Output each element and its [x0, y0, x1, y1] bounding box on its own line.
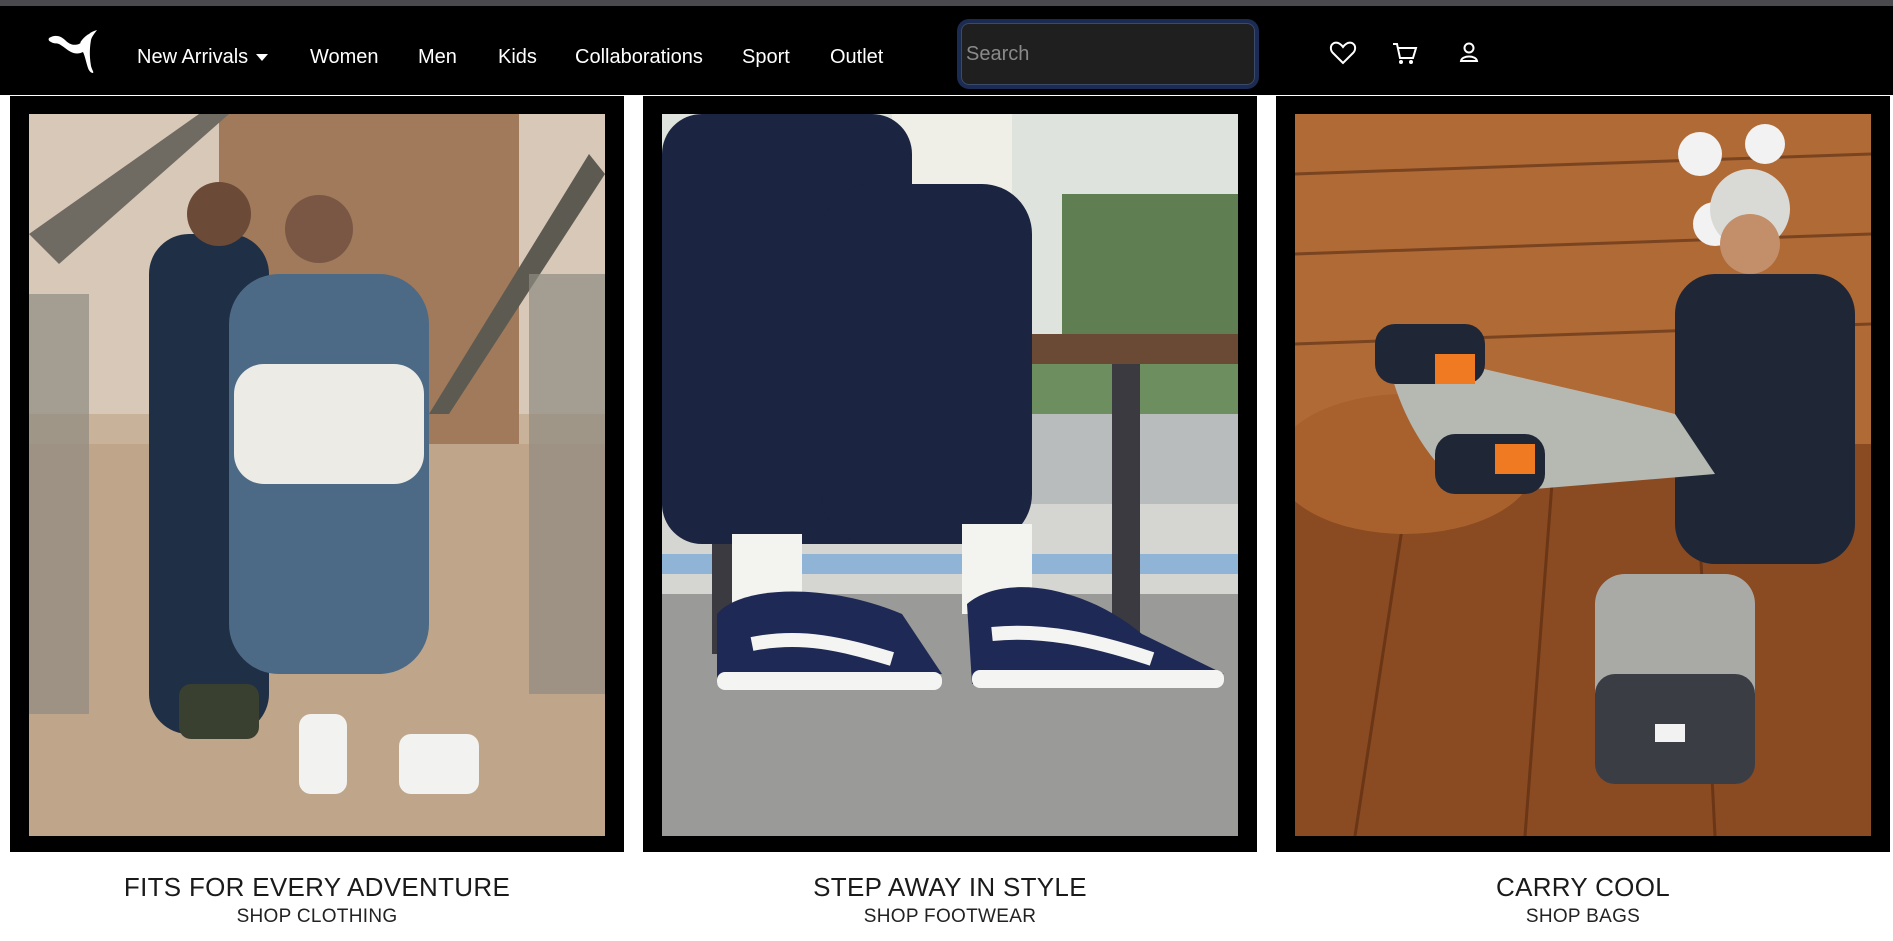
nav-women[interactable]: Women	[310, 42, 379, 72]
nav-outlet[interactable]: Outlet	[830, 42, 883, 72]
nav-collaborations[interactable]: Collaborations	[575, 42, 703, 72]
clothing-photo	[29, 114, 605, 836]
chevron-down-icon	[256, 54, 269, 62]
cart-icon[interactable]	[1390, 38, 1420, 68]
search-box	[961, 23, 1255, 85]
nav-new-arrivals[interactable]: New Arrivals	[137, 42, 269, 72]
shop-bags-link[interactable]: SHOP BAGS	[1276, 906, 1890, 928]
main-navbar: New Arrivals Women Men Kids Collaboratio…	[0, 6, 1893, 95]
nav-kids[interactable]: Kids	[498, 42, 537, 72]
promo-tile-bags[interactable]	[1276, 96, 1890, 852]
bags-photo	[1295, 114, 1871, 836]
tile-clothing-title: FITS FOR EVERY ADVENTURE	[123, 872, 511, 902]
promo-tile-footwear[interactable]	[643, 96, 1257, 852]
shop-clothing-link[interactable]: SHOP CLOTHING	[10, 906, 624, 928]
footwear-photo	[662, 114, 1238, 836]
heart-icon[interactable]	[1328, 38, 1358, 68]
nav-new-arrivals-label: New Arrivals	[137, 46, 249, 68]
tile-bags-title: CARRY COOL	[1496, 872, 1670, 902]
puma-logo-icon[interactable]	[45, 26, 101, 74]
promo-tile-clothing[interactable]	[10, 96, 624, 852]
user-icon[interactable]	[1454, 38, 1484, 68]
shop-footwear-link[interactable]: SHOP FOOTWEAR	[643, 906, 1257, 928]
tile-footwear-title: STEP AWAY IN STYLE	[813, 872, 1087, 902]
nav-men[interactable]: Men	[418, 42, 457, 72]
nav-sport[interactable]: Sport	[742, 42, 790, 72]
search-input[interactable]	[961, 23, 1255, 85]
